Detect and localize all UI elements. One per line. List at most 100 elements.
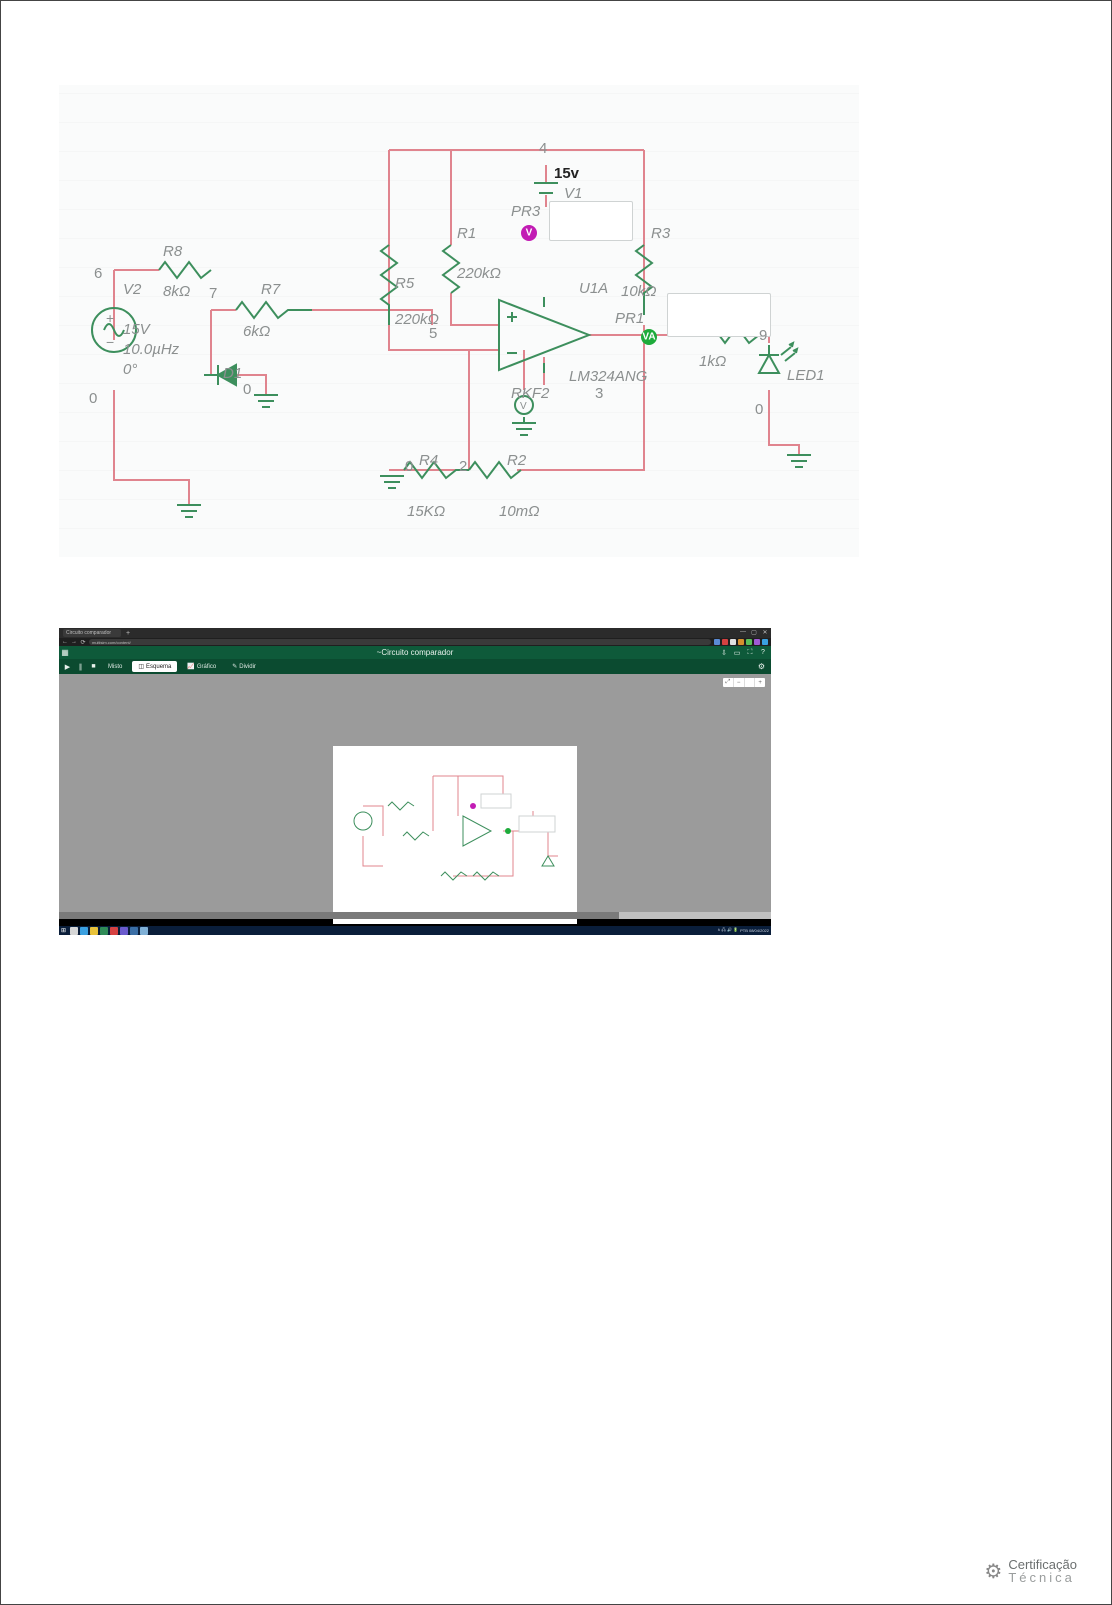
- pr3-ref: PR3: [511, 203, 540, 220]
- r3-val: 10kΩ: [621, 283, 657, 300]
- extension-icon[interactable]: [730, 639, 736, 645]
- r4-val: 15KΩ: [407, 503, 445, 520]
- extension-icon[interactable]: [714, 639, 720, 645]
- app-toolbar: ▶ ∥ ■ Misto ◫Esquema 📈Gráfico ✎Dividir ⚙: [59, 659, 771, 674]
- nav-forward-button[interactable]: →: [71, 639, 77, 645]
- taskbar-app-icon[interactable]: [90, 927, 98, 935]
- app-menu-icon[interactable]: ▦: [59, 648, 71, 657]
- r7-val: 6kΩ: [243, 323, 270, 340]
- taskbar-app-icon[interactable]: [140, 927, 148, 935]
- toolbar-settings-icon[interactable]: ⚙: [758, 662, 765, 671]
- v2-v: 15V: [123, 321, 150, 338]
- extension-icon[interactable]: [738, 639, 744, 645]
- taskbar-app-icon[interactable]: [120, 927, 128, 935]
- browser-screenshot: Circuito comparador + — ▢ ✕ ← → ⟳ multis…: [59, 628, 771, 935]
- node-9: 9: [759, 327, 767, 344]
- horizontal-scrollbar[interactable]: [59, 912, 771, 919]
- taskbar-app-icon[interactable]: [100, 927, 108, 935]
- svg-text:V: V: [520, 401, 527, 412]
- taskbar-app-icon[interactable]: [70, 927, 78, 935]
- probe-readout-pr3: [549, 201, 633, 241]
- node-0a: 0: [89, 390, 97, 407]
- r1-val: 220kΩ: [457, 265, 501, 282]
- r3-ref: R3: [651, 225, 670, 242]
- new-tab-button[interactable]: +: [124, 629, 132, 637]
- sim-play-button[interactable]: ▶: [63, 662, 72, 671]
- app-header-button[interactable]: ?: [758, 649, 768, 657]
- extension-icon[interactable]: [746, 639, 752, 645]
- tray-clock: PTB 08/04/2022: [740, 928, 769, 933]
- v2-ref: V2: [123, 281, 141, 298]
- close-button[interactable]: ✕: [761, 628, 769, 636]
- document-page: + −: [0, 0, 1112, 1605]
- r1-ref: R1: [457, 225, 476, 242]
- node-5: 5: [429, 325, 437, 342]
- taskbar-apps: [68, 927, 148, 935]
- url-text: multisim.com/content/: [92, 640, 131, 645]
- led1-ref: LED1: [787, 367, 825, 384]
- page-content: + −: [1, 1, 1111, 1604]
- app-header-button[interactable]: ⇩: [719, 649, 729, 657]
- sim-stop-button[interactable]: ■: [89, 662, 98, 671]
- system-tray: ∧ 🖧 🔊 🔋 PTB 08/04/2022: [717, 927, 769, 934]
- taskbar-app-icon[interactable]: [80, 927, 88, 935]
- r2-ref: R2: [507, 452, 526, 469]
- extension-icon[interactable]: [722, 639, 728, 645]
- circuit-schematic: + −: [59, 85, 859, 557]
- extension-icons: [714, 639, 768, 645]
- app-header: ▦ ~Circuito comparador ⇩▭⛶?: [59, 646, 771, 659]
- browser-tab[interactable]: Circuito comparador: [63, 629, 121, 637]
- extension-icon[interactable]: [754, 639, 760, 645]
- svg-text:+: +: [106, 310, 114, 326]
- voltage-15v: 15v: [554, 165, 579, 182]
- probe-pr1-icon: VA: [641, 329, 657, 345]
- v1-ref: V1: [564, 185, 582, 202]
- u1-part: LM324ANG: [569, 368, 647, 385]
- gear-icon: ⚙: [984, 1559, 1002, 1584]
- extension-icon[interactable]: [762, 639, 768, 645]
- probe-readout-pr1: [667, 293, 771, 337]
- r5-ref: R5: [395, 275, 414, 292]
- node-7: 7: [209, 285, 217, 302]
- start-button[interactable]: ⊞: [59, 926, 68, 935]
- sim-pause-button[interactable]: ∥: [76, 662, 85, 671]
- svg-text:−: −: [106, 334, 114, 350]
- view-tab-split[interactable]: ✎Dividir: [226, 661, 262, 672]
- footer-watermark: ⚙ Certificação Técnica: [984, 1558, 1077, 1584]
- taskbar-app-icon[interactable]: [110, 927, 118, 935]
- windows-taskbar: ⊞ ∧ 🖧 🔊 🔋 PTB 08/04/2022: [59, 926, 771, 935]
- app-header-button[interactable]: ⛶: [745, 649, 755, 657]
- node-0c: 0: [405, 458, 413, 475]
- node-3: 3: [595, 385, 603, 402]
- nav-back-button[interactable]: ←: [62, 639, 68, 645]
- zoom-fit-button[interactable]: ⤢: [723, 678, 733, 687]
- node-6: 6: [94, 265, 102, 282]
- minimize-button[interactable]: —: [739, 628, 747, 636]
- node-4: 4: [539, 140, 547, 157]
- taskbar-app-icon[interactable]: [130, 927, 138, 935]
- u1-ref: U1A: [579, 280, 608, 297]
- app-title: ~Circuito comparador: [377, 648, 454, 657]
- zoom-pct: [744, 678, 755, 687]
- app-header-button[interactable]: ▭: [732, 649, 742, 657]
- node-2: 2: [459, 458, 467, 475]
- r2-val: 10mΩ: [499, 503, 540, 520]
- r9-val: 1kΩ: [699, 353, 726, 370]
- node-0b: 0: [243, 381, 251, 398]
- view-tab-graph[interactable]: 📈Gráfico: [181, 661, 222, 672]
- zoom-in-button[interactable]: +: [754, 678, 765, 687]
- app-canvas[interactable]: ⤢ − +: [59, 674, 771, 919]
- d1-ref: D1: [223, 365, 242, 382]
- url-field[interactable]: multisim.com/content/: [89, 639, 711, 645]
- r7-ref: R7: [261, 281, 280, 298]
- nav-reload-button[interactable]: ⟳: [80, 639, 86, 645]
- r4-ref: R4: [419, 452, 438, 469]
- scrollbar-thumb[interactable]: [59, 912, 619, 919]
- footer-line2: Técnica: [1008, 1570, 1075, 1585]
- zoom-out-button[interactable]: −: [733, 678, 744, 687]
- view-tab-schematic[interactable]: ◫Esquema: [132, 661, 177, 672]
- maximize-button[interactable]: ▢: [750, 628, 758, 636]
- zoom-controls: ⤢ − +: [723, 678, 765, 687]
- footer-text: Certificação Técnica: [1008, 1558, 1077, 1584]
- view-tab-mixed[interactable]: Misto: [102, 661, 128, 672]
